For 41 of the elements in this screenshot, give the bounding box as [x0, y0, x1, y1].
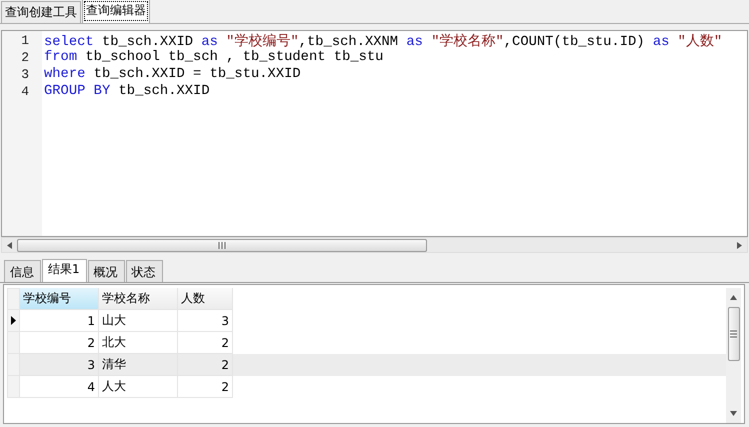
- header-corner: [7, 288, 20, 310]
- table-row[interactable]: 3 清华 2: [7, 354, 726, 376]
- column-header[interactable]: 人数: [178, 288, 233, 310]
- tab[interactable]: 查询编辑器: [82, 0, 150, 23]
- scroll-thumb[interactable]: [728, 307, 740, 361]
- table-cell: 3: [20, 354, 99, 376]
- table-cell: 2: [178, 354, 233, 376]
- line-number: 1: [20, 33, 29, 48]
- code-line: GROUP BY tb_sch.XXID: [44, 84, 210, 99]
- code-editor[interactable]: 1 select tb_sch.XXID as "学校编号",tb_sch.XXNM as "学校名称",COUNT(tb_stu.ID) as "人数" 2 from tb_school tb_sch , tb_student tb_stu 3 where tb_sch.XXID = tb_stu.XXID 4 GROUP BY tb_sch.XXID: [1, 30, 748, 237]
- table-cell: 2: [178, 376, 233, 398]
- scroll-left-icon[interactable]: [7, 242, 12, 248]
- tab[interactable]: 信息: [4, 260, 41, 282]
- scroll-right-icon[interactable]: [737, 242, 742, 248]
- tab[interactable]: 状态: [126, 260, 163, 282]
- table-cell: 4: [20, 376, 99, 398]
- table-cell: 3: [178, 310, 233, 332]
- tab[interactable]: 查询创建工具: [1, 1, 81, 23]
- table-row[interactable]: 4 人大 2: [7, 376, 726, 398]
- table-cell: 人大: [99, 376, 178, 398]
- current-row-icon: [11, 316, 16, 325]
- tab[interactable]: 概况: [88, 260, 125, 282]
- vertical-scrollbar[interactable]: [726, 288, 741, 423]
- code-line: where tb_sch.XXID = tb_stu.XXID: [44, 67, 301, 82]
- horizontal-scrollbar[interactable]: [1, 237, 748, 253]
- table-cell: 1: [20, 310, 99, 332]
- table-cell: 山大: [99, 310, 178, 332]
- line-number: 3: [20, 67, 29, 82]
- column-header[interactable]: 学校名称: [99, 288, 178, 310]
- scroll-thumb[interactable]: [17, 238, 427, 252]
- table-row[interactable]: 1 山大 3: [7, 310, 726, 332]
- code-line: from tb_school tb_sch , tb_student tb_stu: [44, 50, 384, 65]
- scroll-down-icon[interactable]: [730, 411, 737, 416]
- table-cell: 清华: [99, 354, 178, 376]
- column-header[interactable]: 学校编号: [20, 288, 99, 310]
- line-number: 4: [20, 84, 29, 99]
- code-line: select tb_sch.XXID as "学校编号",tb_sch.XXNM as "学校名称",COUNT(tb_stu.ID) as "人数": [44, 32, 722, 50]
- tab[interactable]: 结果1: [42, 259, 87, 282]
- line-number: 2: [20, 50, 29, 65]
- scroll-up-icon[interactable]: [730, 295, 737, 300]
- row-selector[interactable]: [7, 310, 20, 332]
